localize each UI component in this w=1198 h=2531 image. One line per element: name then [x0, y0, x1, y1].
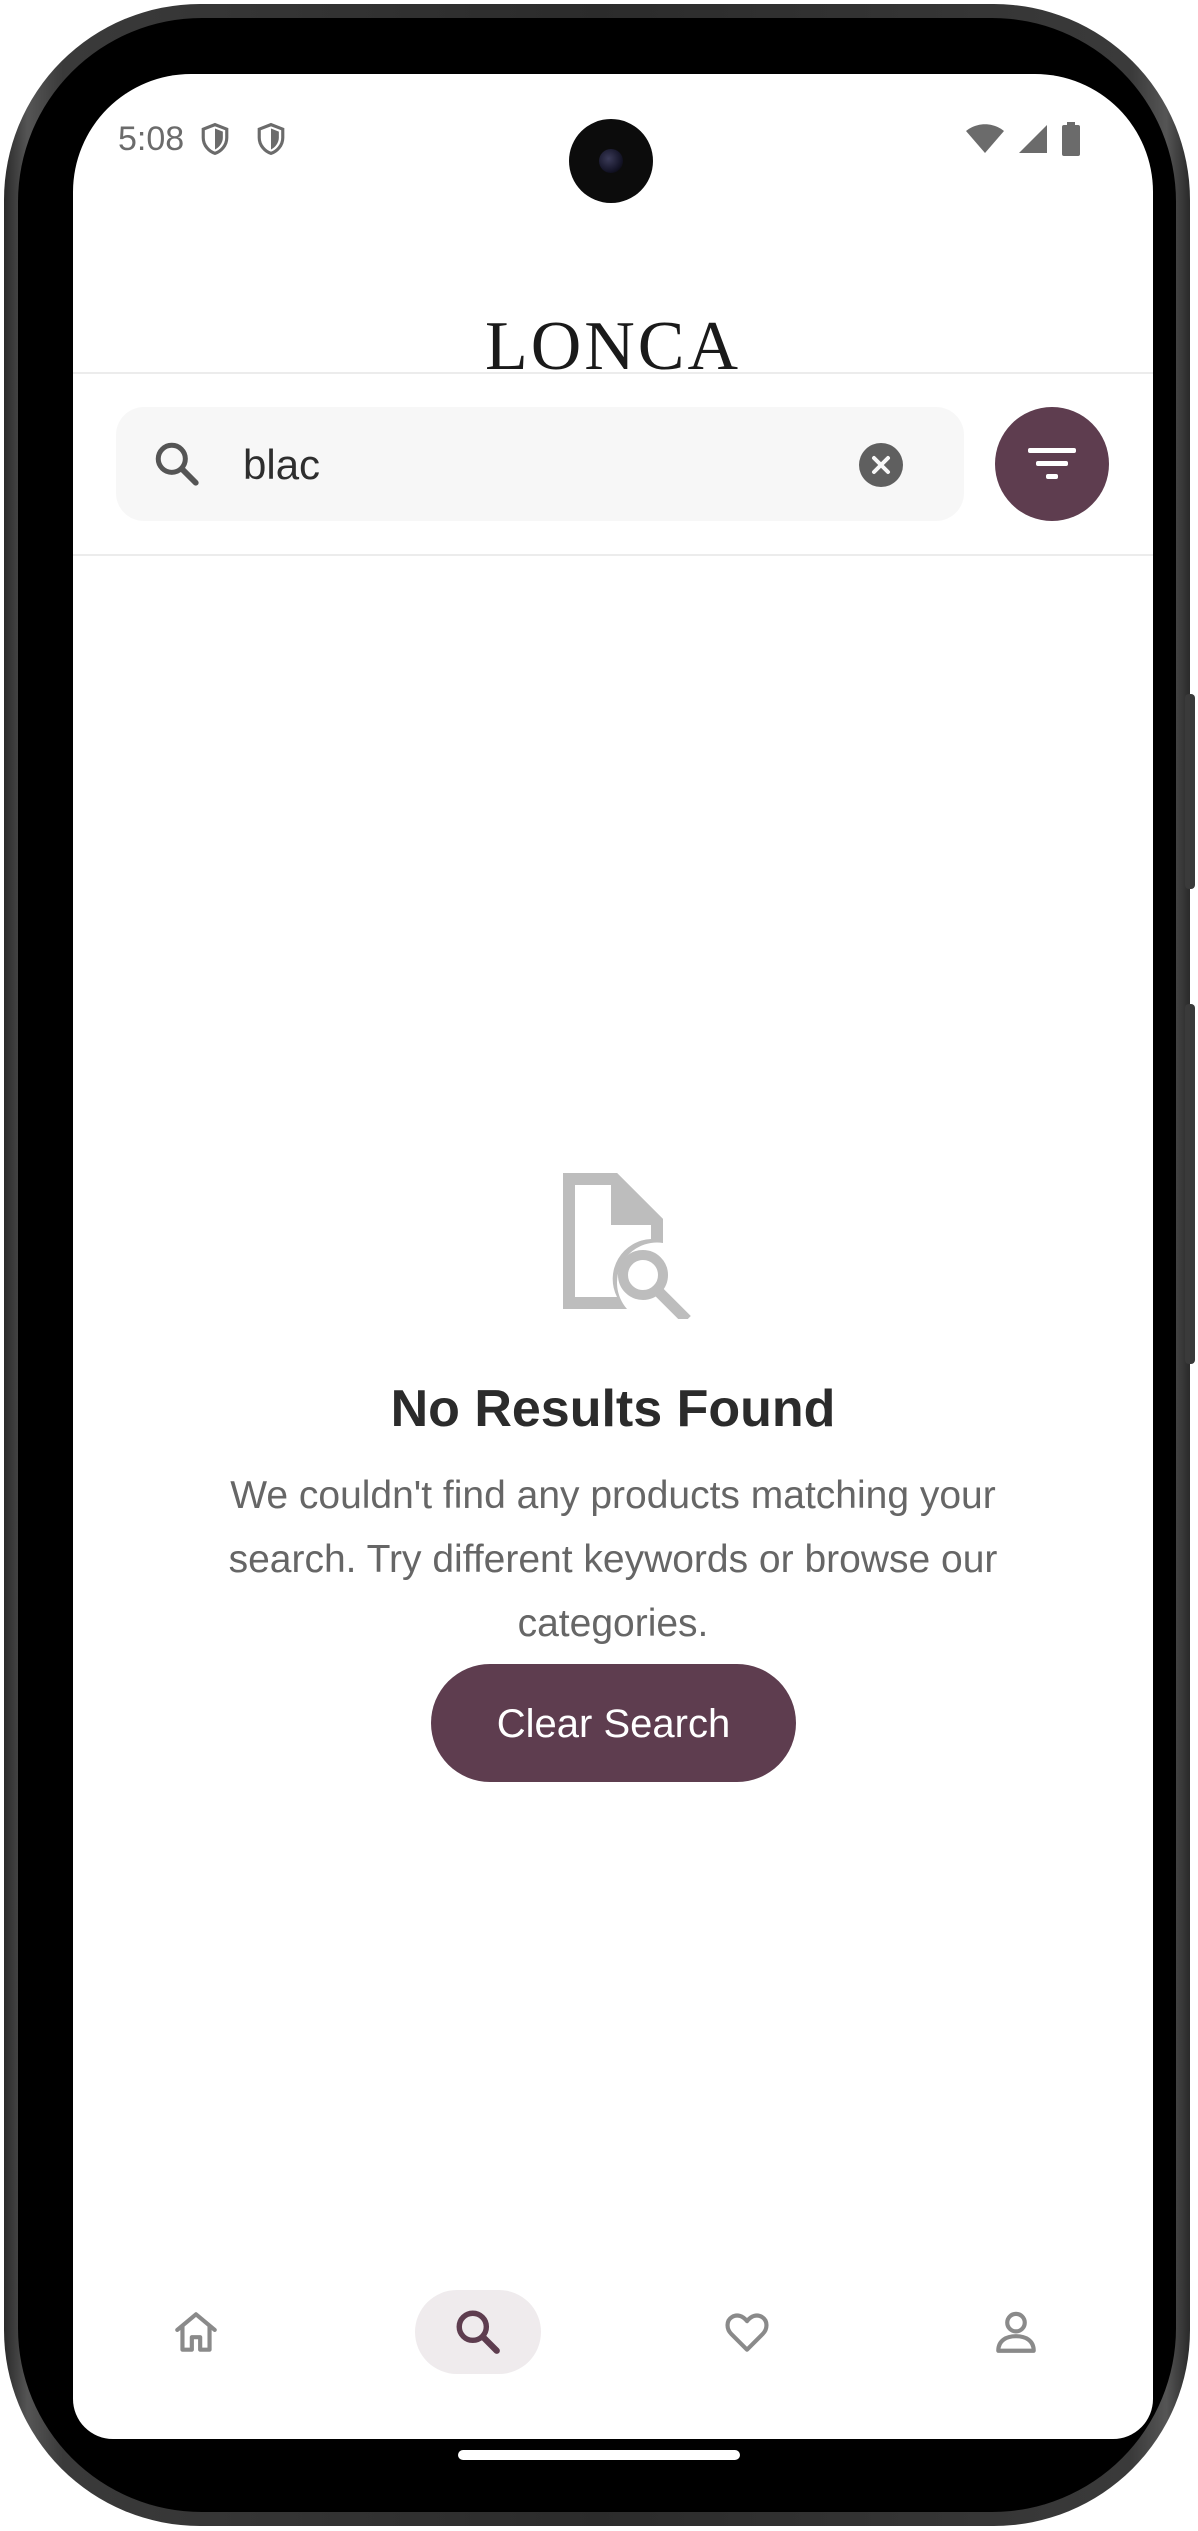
bottom-navigation [73, 2284, 1153, 2414]
phone-frame: 5:08 LONCA blac No Results Found We coul… [4, 4, 1195, 2526]
document-search-icon [563, 1173, 691, 1319]
home-indicator[interactable] [458, 2450, 740, 2460]
clear-search-button[interactable]: Clear Search [431, 1664, 796, 1782]
profile-icon [996, 2311, 1036, 2353]
search-bar-row [73, 374, 1153, 556]
phone-bezel: 5:08 LONCA blac No Results Found We coul… [18, 18, 1176, 2512]
shield-icon [257, 122, 285, 156]
nav-favorites[interactable] [684, 2290, 810, 2374]
nav-profile[interactable] [953, 2290, 1079, 2374]
home-icon [175, 2312, 217, 2352]
status-icons [965, 122, 1081, 156]
power-button [1185, 694, 1195, 889]
shield-icon [201, 122, 229, 156]
screen: 5:08 LONCA blac No Results Found We coul… [73, 74, 1153, 2439]
nav-search[interactable] [415, 2290, 541, 2374]
heart-icon [725, 2313, 769, 2352]
search-icon [456, 2310, 500, 2354]
clear-search-icon[interactable] [859, 443, 903, 487]
signal-icon [1019, 125, 1047, 153]
filter-button[interactable] [995, 407, 1109, 521]
search-icon [155, 442, 199, 486]
search-input[interactable] [241, 431, 845, 499]
search-box[interactable] [116, 407, 964, 521]
brand-logo: LONCA [484, 308, 742, 385]
filter-icon [1028, 448, 1076, 479]
volume-button [1185, 1004, 1195, 1364]
wifi-icon [966, 124, 1004, 153]
status-time: 5:08 [118, 120, 185, 158]
empty-state-description: We couldn't find any products matching y… [228, 1474, 998, 1645]
battery-icon [1062, 122, 1080, 156]
app-header: LONCA [73, 204, 1153, 382]
nav-home[interactable] [133, 2290, 259, 2374]
empty-state-title: No Results Found [390, 1380, 836, 1438]
front-camera [569, 119, 653, 203]
